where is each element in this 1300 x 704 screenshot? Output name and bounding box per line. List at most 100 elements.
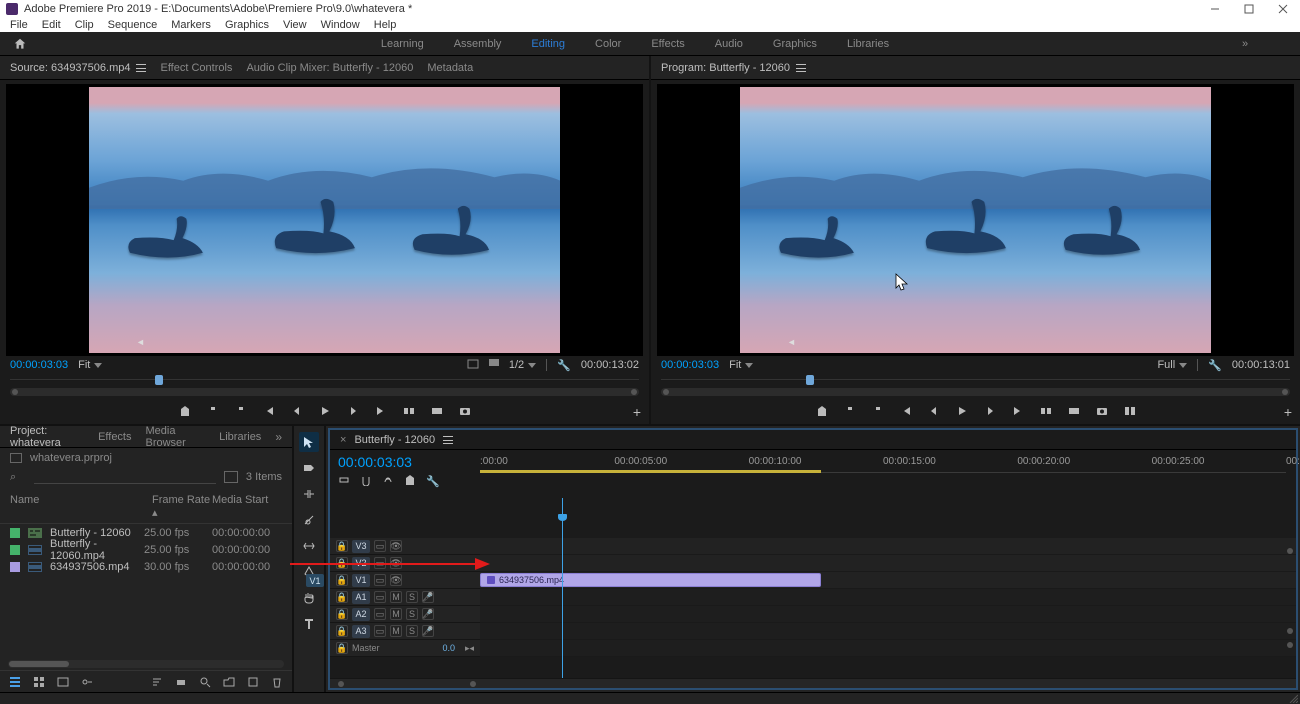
clear-icon[interactable] — [270, 675, 284, 689]
mark-in-icon[interactable] — [843, 404, 857, 418]
source-current-timecode[interactable]: 00:00:03:03 — [10, 359, 68, 371]
workspace-audio[interactable]: Audio — [715, 38, 743, 50]
workspace-graphics[interactable]: Graphics — [773, 38, 817, 50]
timeline-ruler[interactable]: :00:0000:00:05:0000:00:10:0000:00:15:000… — [480, 450, 1296, 498]
mark-out-icon[interactable] — [871, 404, 885, 418]
tab-program[interactable]: Program: Butterfly - 12060 — [661, 62, 806, 74]
timeline-sequence-tab[interactable]: Butterfly - 12060 — [354, 434, 435, 446]
menu-markers[interactable]: Markers — [171, 19, 211, 31]
program-zoom-select[interactable]: Fit — [729, 359, 753, 371]
lock-icon[interactable]: 🔒 — [336, 625, 348, 637]
track-select-tool-icon[interactable] — [299, 458, 319, 478]
label-color[interactable] — [10, 562, 20, 572]
panel-menu-icon[interactable] — [796, 64, 806, 72]
track-label[interactable]: A2 — [352, 608, 370, 621]
workspace-effects[interactable]: Effects — [651, 38, 684, 50]
lock-icon[interactable]: 🔒 — [336, 608, 348, 620]
new-bin-button-icon[interactable] — [222, 675, 236, 689]
step-forward-icon[interactable] — [983, 404, 997, 418]
lock-icon[interactable]: 🔒 — [336, 540, 348, 552]
tab-metadata[interactable]: Metadata — [427, 62, 473, 74]
menu-clip[interactable]: Clip — [75, 19, 94, 31]
add-marker-icon[interactable] — [815, 404, 829, 418]
menu-help[interactable]: Help — [374, 19, 397, 31]
find-icon[interactable] — [198, 675, 212, 689]
ripple-edit-tool-icon[interactable] — [299, 484, 319, 504]
panel-overflow-icon[interactable]: » — [275, 430, 282, 444]
menu-sequence[interactable]: Sequence — [108, 19, 158, 31]
lock-icon[interactable]: 🔒 — [336, 557, 348, 569]
workspace-assembly[interactable]: Assembly — [454, 38, 502, 50]
timeline-tracks[interactable]: 634937506.mp4 — [480, 498, 1296, 678]
go-to-out-icon[interactable] — [1011, 404, 1025, 418]
window-maximize[interactable] — [1232, 0, 1266, 18]
solo-icon[interactable]: S — [406, 625, 418, 637]
new-item-icon[interactable] — [246, 675, 260, 689]
menu-graphics[interactable]: Graphics — [225, 19, 269, 31]
workspace-overflow[interactable]: » — [1230, 38, 1260, 50]
extract-icon[interactable] — [1067, 404, 1081, 418]
program-viewer[interactable]: ◄ — [657, 84, 1294, 356]
tab-source[interactable]: Source: 634937506.mp4 — [10, 62, 146, 74]
freeform-view-icon[interactable] — [56, 675, 70, 689]
safe-margins-icon[interactable] — [467, 359, 479, 372]
col-name[interactable]: Name — [10, 494, 152, 519]
insert-sequence-icon[interactable] — [338, 474, 350, 489]
type-tool-icon[interactable] — [299, 614, 319, 634]
razor-tool-icon[interactable] — [299, 510, 319, 530]
add-marker-icon[interactable] — [178, 404, 192, 418]
insert-icon[interactable] — [402, 404, 416, 418]
voice-over-icon[interactable]: 🎤 — [422, 625, 434, 637]
menu-view[interactable]: View — [283, 19, 307, 31]
menu-edit[interactable]: Edit — [42, 19, 61, 31]
toggle-output-icon[interactable]: 👁 — [390, 557, 402, 569]
linked-selection-icon[interactable] — [382, 474, 394, 489]
export-frame-icon[interactable] — [1095, 404, 1109, 418]
workspace-color[interactable]: Color — [595, 38, 621, 50]
video-track-header[interactable]: V1🔒V1▭👁 — [330, 572, 480, 589]
slip-tool-icon[interactable] — [299, 536, 319, 556]
mute-icon[interactable]: M — [390, 608, 402, 620]
lock-icon[interactable]: 🔒 — [336, 642, 348, 654]
solo-icon[interactable]: S — [406, 608, 418, 620]
track-label[interactable]: A3 — [352, 625, 370, 638]
step-forward-icon[interactable] — [346, 404, 360, 418]
label-color[interactable] — [10, 545, 20, 555]
search-input[interactable] — [34, 470, 216, 484]
mute-icon[interactable]: M — [390, 625, 402, 637]
audio-track-header[interactable]: 🔒A2▭MS🎤 — [330, 606, 480, 623]
source-time-slider[interactable] — [10, 374, 639, 386]
track-label[interactable]: V3 — [352, 540, 370, 553]
audio-track-header[interactable]: 🔒A1▭MS🎤 — [330, 589, 480, 606]
timeline-vscroll[interactable] — [1286, 548, 1294, 648]
source-patch[interactable]: V1 — [306, 574, 324, 587]
menu-file[interactable]: File — [10, 19, 28, 31]
master-db[interactable]: 0.0 — [442, 643, 455, 653]
sync-lock-icon[interactable]: ▭ — [374, 608, 386, 620]
button-editor-icon[interactable]: + — [633, 404, 641, 420]
tab-libraries[interactable]: Libraries — [219, 431, 261, 443]
panel-menu-icon[interactable] — [136, 64, 146, 72]
play-icon[interactable] — [955, 404, 969, 418]
drag-video-icon[interactable] — [489, 359, 499, 372]
video-track-header[interactable]: 🔒V2▭👁 — [330, 555, 480, 572]
icon-view-icon[interactable] — [32, 675, 46, 689]
zoom-slider-icon[interactable] — [80, 675, 94, 689]
step-back-icon[interactable] — [927, 404, 941, 418]
video-track[interactable]: 634937506.mp4 — [480, 572, 1296, 589]
workspace-editing[interactable]: Editing — [531, 38, 565, 50]
timeline-settings-icon[interactable]: 🔧 — [426, 475, 440, 488]
tab-audio-clip-mixer[interactable]: Audio Clip Mixer: Butterfly - 12060 — [246, 62, 413, 74]
menu-window[interactable]: Window — [321, 19, 360, 31]
step-back-icon[interactable] — [290, 404, 304, 418]
comparison-view-icon[interactable] — [1123, 404, 1137, 418]
overwrite-icon[interactable] — [430, 404, 444, 418]
go-to-in-icon[interactable] — [262, 404, 276, 418]
master-track[interactable] — [480, 640, 1296, 657]
snap-icon[interactable] — [360, 474, 372, 489]
tab-effects[interactable]: Effects — [98, 431, 131, 443]
timeline-hscroll[interactable] — [330, 678, 1296, 688]
program-current-timecode[interactable]: 00:00:03:03 — [661, 359, 719, 371]
button-editor-icon[interactable]: + — [1284, 404, 1292, 420]
track-label[interactable]: V1 — [352, 574, 370, 587]
